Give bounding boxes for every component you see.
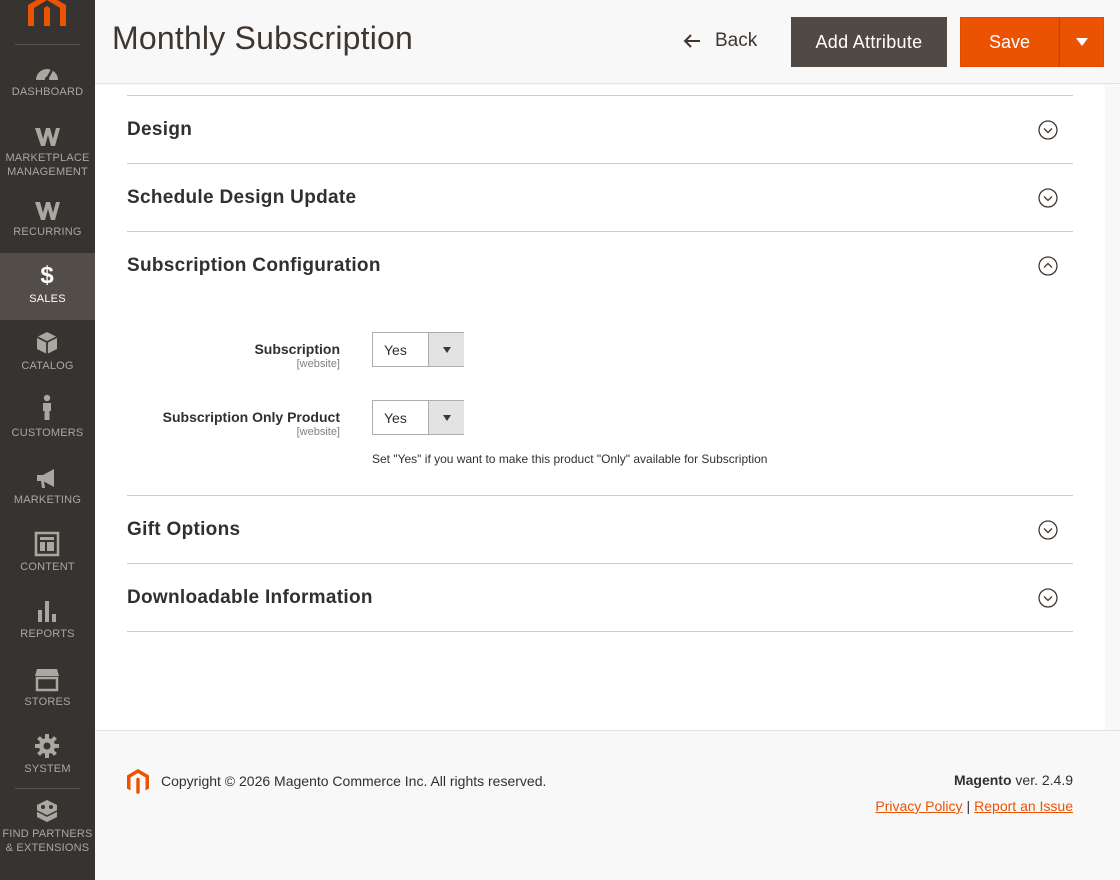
footer-links: Privacy Policy | Report an Issue xyxy=(875,798,1073,814)
section-subscription-header[interactable]: Subscription Configuration xyxy=(127,232,1073,300)
nav-label: MARKETPLACE MANAGEMENT xyxy=(5,152,90,178)
nav-system[interactable]: SYSTEM xyxy=(0,733,95,800)
magento-logo-icon[interactable] xyxy=(28,0,66,26)
select-arrow-icon xyxy=(428,401,464,434)
storefront-icon xyxy=(35,669,59,692)
page-title: Monthly Subscription xyxy=(112,20,414,56)
field-label: Subscription Only Product xyxy=(162,409,340,425)
field-label: Subscription xyxy=(254,341,340,357)
layout-icon xyxy=(34,531,60,557)
arrow-left-icon xyxy=(683,34,700,48)
magento-logo-icon xyxy=(127,769,149,794)
nav-stores[interactable]: STORES xyxy=(0,666,95,733)
chevron-down-circle-icon xyxy=(1038,120,1058,140)
blocks-icon xyxy=(36,800,58,822)
version-info: Magento ver. 2.4.9 xyxy=(954,772,1073,788)
nav-label: CONTENT xyxy=(20,561,75,573)
section-title: Design xyxy=(127,119,193,140)
nav-dashboard[interactable]: DASHBOARD xyxy=(0,56,95,123)
nav-label: REPORTS xyxy=(20,628,75,640)
nav-label: RECURRING xyxy=(13,226,82,238)
section-title: Gift Options xyxy=(127,519,241,540)
copyright-text: Copyright © 2026 Magento Commerce Inc. A… xyxy=(161,773,547,789)
nav-marketplace-management[interactable]: MARKETPLACE MANAGEMENT xyxy=(0,122,95,189)
section-subscription-configuration: Subscription Configuration Subscription … xyxy=(127,232,1073,496)
nav-label: SALES xyxy=(29,293,66,305)
nav-divider xyxy=(15,788,80,789)
save-options-toggle[interactable] xyxy=(1059,17,1104,67)
section-design: Design xyxy=(127,96,1073,164)
nav-sales[interactable]: $ SALES xyxy=(0,253,95,320)
logo-divider xyxy=(15,44,80,45)
section-gift-options: Gift Options xyxy=(127,496,1073,564)
nav-label: STORES xyxy=(24,696,71,708)
product-form: Design Schedule Design Update Subscripti… xyxy=(95,85,1105,730)
section-design-header[interactable]: Design xyxy=(127,96,1073,164)
link-separator: | xyxy=(966,798,971,814)
page-footer: Copyright © 2026 Magento Commerce Inc. A… xyxy=(95,730,1120,880)
field-subscription: Subscription [website] Yes xyxy=(127,332,1073,392)
add-attribute-button[interactable]: Add Attribute xyxy=(791,17,947,67)
section-gift-header[interactable]: Gift Options xyxy=(127,496,1073,564)
marketplace-w-icon xyxy=(35,128,60,146)
admin-sidebar: DASHBOARD MARKETPLACE MANAGEMENT RECURRI… xyxy=(0,0,95,880)
section-title: Subscription Configuration xyxy=(127,255,381,276)
chevron-down-circle-icon xyxy=(1038,520,1058,540)
field-scope: [website] xyxy=(296,358,340,370)
dashboard-icon xyxy=(36,69,58,82)
nav-label: MARKETING xyxy=(13,494,82,506)
megaphone-icon xyxy=(37,469,54,488)
section-title: Schedule Design Update xyxy=(127,187,357,208)
select-arrow-icon xyxy=(428,333,464,366)
nav-label: CUSTOMERS xyxy=(11,427,84,439)
nav-label: FIND PARTNERS & EXTENSIONS xyxy=(2,828,93,854)
person-icon xyxy=(43,394,51,420)
chevron-down-circle-icon xyxy=(1038,188,1058,208)
field-subscription-only-product: Subscription Only Product [website] Yes … xyxy=(127,400,1073,466)
nav-customers[interactable]: CUSTOMERS xyxy=(0,394,95,463)
nav-label: SYSTEM xyxy=(24,763,71,775)
bar-chart-icon xyxy=(38,601,56,622)
nav-catalog[interactable]: CATALOG xyxy=(0,330,95,397)
nav-label: DASHBOARD xyxy=(11,86,84,98)
version-number: ver. 2.4.9 xyxy=(1015,772,1073,788)
section-downloadable-header[interactable]: Downloadable Information xyxy=(127,564,1073,632)
section-title: Downloadable Information xyxy=(127,587,373,608)
cube-icon xyxy=(36,332,58,354)
subscription-only-select[interactable]: Yes xyxy=(372,400,464,435)
nav-content[interactable]: CONTENT xyxy=(0,530,95,597)
nav-reports[interactable]: REPORTS xyxy=(0,598,95,665)
report-issue-link[interactable]: Report an Issue xyxy=(974,798,1073,814)
nav-find-partners[interactable]: FIND PARTNERS & EXTENSIONS xyxy=(0,798,95,865)
section-schedule-header[interactable]: Schedule Design Update xyxy=(127,164,1073,232)
subscription-select[interactable]: Yes xyxy=(372,332,464,367)
privacy-policy-link[interactable]: Privacy Policy xyxy=(875,798,962,814)
recurring-w-icon xyxy=(35,202,60,220)
nav-label: CATALOG xyxy=(21,360,74,372)
back-button[interactable]: Back xyxy=(683,26,757,56)
select-value: Yes xyxy=(384,410,407,426)
select-value: Yes xyxy=(384,342,407,358)
chevron-up-circle-icon xyxy=(1038,256,1058,276)
dollar-icon: $ xyxy=(40,262,54,289)
nav-marketing[interactable]: MARKETING xyxy=(0,464,95,531)
section-schedule-design-update: Schedule Design Update xyxy=(127,164,1073,232)
back-label: Back xyxy=(715,30,758,51)
gear-icon xyxy=(35,734,59,758)
brand-name: Magento xyxy=(953,772,1012,788)
caret-down-icon xyxy=(1075,38,1088,46)
field-scope: [website] xyxy=(296,426,340,438)
save-button[interactable]: Save xyxy=(960,17,1059,67)
page-header: Monthly Subscription Back Add Attribute … xyxy=(95,0,1120,84)
section-downloadable-information: Downloadable Information xyxy=(127,564,1073,632)
field-note: Set "Yes" if you want to make this produ… xyxy=(372,452,768,466)
chevron-down-circle-icon xyxy=(1038,588,1058,608)
